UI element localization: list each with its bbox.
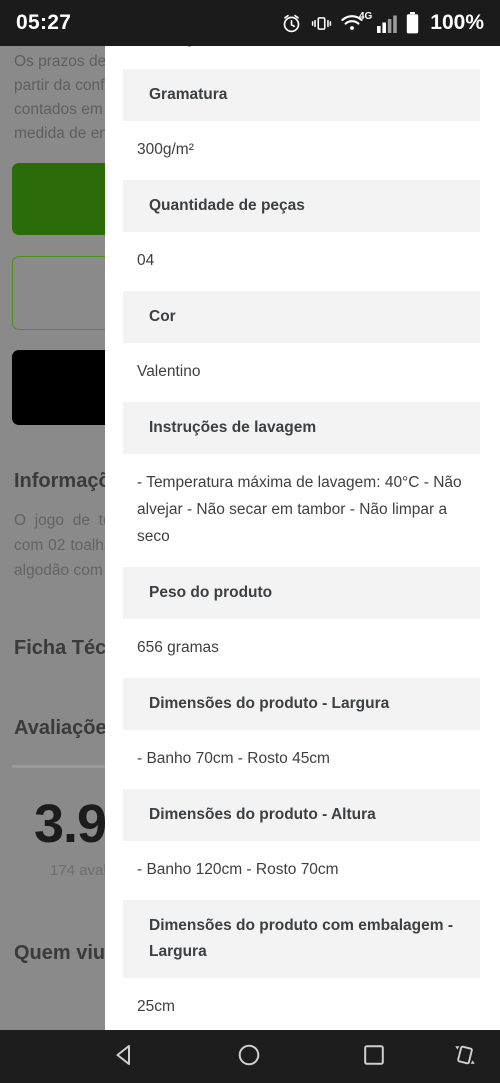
wifi-icon: 4G xyxy=(341,11,372,32)
alarm-icon xyxy=(281,13,302,34)
ficha-tecnica-modal[interactable]: Fio Singelo Gramatura 300g/m² Quantidade… xyxy=(105,36,500,1030)
back-triangle-icon xyxy=(113,1043,137,1072)
home-circle-icon xyxy=(237,1043,261,1072)
vibrate-icon xyxy=(311,14,332,33)
status-bar: 05:27 4G 100% xyxy=(0,0,500,46)
battery-icon xyxy=(406,12,419,34)
recents-square-icon xyxy=(362,1043,386,1072)
status-clock: 05:27 xyxy=(16,11,72,34)
spec-list: Fio Singelo Gramatura 300g/m² Quantidade… xyxy=(105,36,500,1030)
nav-recents-button[interactable] xyxy=(353,1040,395,1074)
nav-back-button[interactable] xyxy=(104,1040,146,1074)
spec-label-peso-produto: Peso do produto xyxy=(123,567,480,619)
network-type-label: 4G xyxy=(358,11,373,22)
spec-value-dimensoes-largura: - Banho 70cm - Rosto 45cm xyxy=(137,750,330,767)
spec-value-embalagem-largura: 25cm xyxy=(137,998,175,1015)
status-icon-tray: 4G 100% xyxy=(281,11,484,35)
spec-value-quantidade-pecas: 04 xyxy=(137,252,155,269)
spec-label-dimensoes-altura: Dimensões do produto - Altura xyxy=(123,789,480,841)
spec-value-peso-produto: 656 gramas xyxy=(137,639,219,656)
rating-score: 3.9 xyxy=(34,794,107,854)
phone-screen: Os prazos de entrega começam a contar a … xyxy=(0,0,500,1083)
spec-value-dimensoes-altura: - Banho 120cm - Rosto 70cm xyxy=(137,861,339,878)
spec-label-instrucoes-lavagem: Instruções de lavagem xyxy=(123,402,480,454)
spec-value-gramatura: 300g/m² xyxy=(137,141,194,158)
rotate-screen-icon xyxy=(454,1043,476,1072)
section-heading-avaliacoes[interactable]: Avaliações xyxy=(14,717,118,740)
spec-label-gramatura: Gramatura xyxy=(123,69,480,121)
spec-label-embalagem-largura: Dimensões do produto com embalagem - Lar… xyxy=(123,900,480,978)
signal-icon xyxy=(377,14,398,33)
android-nav-bar xyxy=(0,1030,500,1083)
nav-rotate-button[interactable] xyxy=(447,1040,483,1074)
nav-home-button[interactable] xyxy=(228,1040,270,1074)
spec-label-quantidade-pecas: Quantidade de peças xyxy=(123,180,480,232)
spec-label-cor: Cor xyxy=(123,291,480,343)
spec-label-dimensoes-largura: Dimensões do produto - Largura xyxy=(123,678,480,730)
spec-value-instrucoes-lavagem: - Temperatura máxima de lavagem: 40°C - … xyxy=(137,474,462,545)
battery-percent-label: 100% xyxy=(430,11,484,34)
spec-value-cor: Valentino xyxy=(137,363,201,380)
